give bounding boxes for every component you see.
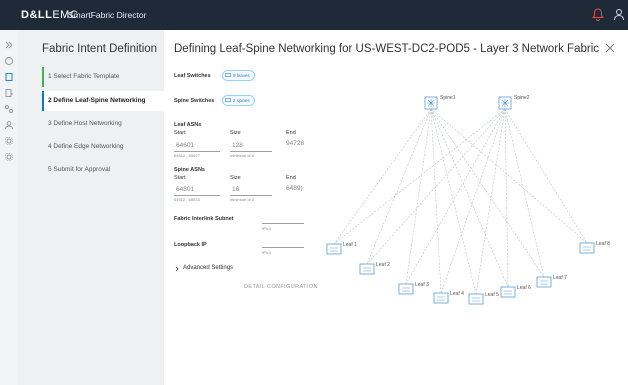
leaf-label: Leaf 8	[596, 241, 610, 247]
switch-icon	[225, 98, 231, 102]
leaf-asn-start-label: Start	[174, 130, 186, 136]
advanced-settings-toggle[interactable]: Advanced Settings	[183, 265, 233, 271]
chevron-right-icon[interactable]	[174, 266, 180, 272]
loopback-ip-hint: IPV4	[262, 250, 271, 255]
spine-asn-start-label: Start	[174, 175, 186, 181]
wizard-step-host-networking[interactable]: 3 Define Host Networking	[44, 114, 182, 134]
leaf-node[interactable]: Leaf 1	[326, 242, 357, 255]
spine-asn-size-input[interactable]: 16	[232, 186, 239, 193]
close-icon[interactable]	[604, 42, 616, 54]
dashboard-icon[interactable]	[4, 56, 14, 66]
spine-node[interactable]: Spine1	[424, 95, 456, 110]
leaf-label: Leaf 5	[485, 292, 499, 298]
leaf-label: Leaf 6	[517, 285, 531, 291]
spine-switches-label: Spine Switches	[174, 98, 215, 104]
collapse-chevron-icon[interactable]	[4, 40, 14, 50]
leaf-asn-end-label: End	[286, 130, 296, 136]
spine-label: Spine1	[440, 95, 456, 101]
spine-asn-size-label: Size	[230, 175, 241, 181]
page-title: Defining Leaf-Spine Networking for US-WE…	[174, 43, 600, 55]
leaf-asn-end-value: 94728	[286, 140, 305, 147]
loopback-ip-label: Loopback IP	[174, 242, 207, 248]
leaf-asn-size-label: Size	[230, 130, 241, 136]
leaf-node[interactable]: Leaf 3	[398, 282, 429, 295]
fabric-interlink-subnet-input[interactable]	[262, 223, 304, 224]
spine-label: Spine2	[514, 95, 530, 101]
leaf-node[interactable]: Leaf 8	[579, 241, 610, 254]
spine-asn-size-hint: minimum of 2	[230, 197, 255, 202]
leaf-asn-size-hint: minimum of 8	[230, 153, 255, 158]
fabric-interlink-subnet-hint: IPV4	[262, 226, 271, 231]
wizard-step-select-template[interactable]: 1 Select Fabric Template	[42, 67, 182, 87]
fabric-interlink-subnet-label: Fabric Interlink Subnet	[174, 216, 234, 222]
settings-gear-icon[interactable]	[4, 136, 14, 146]
leaf-label: Leaf 2	[376, 262, 390, 268]
fabric-icon[interactable]	[4, 72, 14, 82]
leaf-node[interactable]: Leaf 7	[536, 275, 567, 288]
spine-node[interactable]: Spine2	[498, 95, 530, 110]
leaf-switches-label: Leaf Switches	[174, 73, 211, 79]
wizard-step-leaf-spine[interactable]: 2 Define Leaf-Spine Networking	[42, 91, 182, 111]
leaf-label: Leaf 4	[450, 291, 464, 297]
notification-bell-icon[interactable]	[592, 8, 604, 21]
leaf-asn-size-input[interactable]: 128	[232, 142, 243, 149]
leaf-label: Leaf 3	[415, 282, 429, 288]
wizard-step-submit[interactable]: 5 Submit for Approval	[44, 160, 182, 180]
product-name: SmartFabric Director	[68, 10, 147, 20]
spine-switches-badge[interactable]: 2 spines	[222, 95, 255, 106]
leaf-node[interactable]: Leaf 4	[433, 291, 464, 304]
leaf-asns-title: Leaf ASNs	[174, 122, 202, 128]
users-icon[interactable]	[4, 120, 14, 130]
spine-asn-end-value: 6489)	[286, 185, 303, 192]
leaf-node[interactable]: Leaf 2	[359, 262, 390, 275]
leaf-switches-badge[interactable]: 8 leaves	[222, 70, 255, 81]
leaf-asn-start-input[interactable]: 64601	[176, 142, 194, 149]
leaf-node[interactable]: Leaf 5	[468, 292, 499, 305]
switch-icon	[225, 73, 231, 77]
loopback-ip-input[interactable]	[262, 247, 304, 248]
leaf-node[interactable]: Leaf 6	[500, 285, 531, 298]
leaf-label: Leaf 1	[343, 242, 357, 248]
leaf-label: Leaf 7	[553, 275, 567, 281]
document-icon[interactable]	[4, 88, 14, 98]
wizard-step-edge-networking[interactable]: 4 Define Edge Networking	[44, 137, 182, 157]
spine-asn-start-hint: 64512 - 65533	[174, 197, 200, 202]
top-bar: D&LLEMC SmartFabric Director	[0, 0, 628, 30]
left-navigation	[0, 30, 19, 385]
topology-diagram: Spine1 Spine2 Leaf 1 Leaf 2 Leaf 3 Leaf 4 Leaf…	[326, 95, 610, 305]
wizard-title: Fabric Intent Definition	[42, 43, 158, 55]
spine-asns-title: Spine ASNs	[174, 167, 205, 173]
wizard-panel: Fabric Intent Definition 1 Select Fabric…	[18, 30, 182, 385]
user-icon[interactable]	[613, 8, 625, 21]
network-icon[interactable]	[4, 104, 14, 114]
spine-asn-end-label: End	[286, 175, 296, 181]
spine-asn-start-input[interactable]: 64801	[176, 186, 194, 193]
admin-gear-icon[interactable]	[4, 152, 14, 162]
leaf-asn-start-hint: 64512 - 65527	[174, 153, 200, 158]
detail-configuration-link[interactable]: DETAIL CONFIGURATION	[244, 284, 318, 290]
